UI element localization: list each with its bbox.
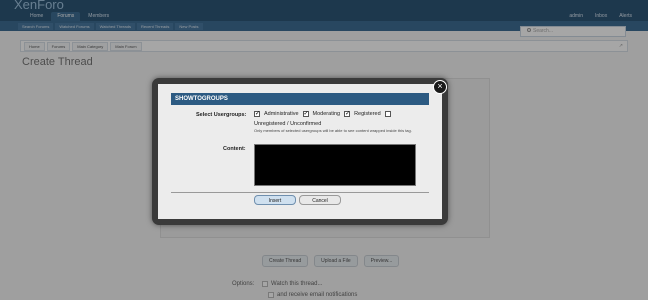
- close-icon[interactable]: ×: [433, 80, 447, 94]
- dialog-title: SHOWTOGROUPS: [171, 93, 429, 105]
- dialog-divider: [171, 192, 429, 193]
- usergroups-list: Administrative Moderating Registered: [254, 110, 391, 117]
- usergroup-unregistered-label: Unregistered / Unconfirmed: [254, 121, 322, 127]
- usergroup-registered-checkbox[interactable]: [344, 110, 350, 117]
- usergroup-unregistered-checkbox[interactable]: [384, 111, 391, 117]
- usergroup-registered-label: Registered: [354, 111, 381, 117]
- usergroups-hint: Only members of selected usergroups will…: [254, 128, 412, 133]
- usergroup-administrative-label: Administrative: [264, 111, 299, 117]
- usergroup-moderating-label: Moderating: [312, 111, 341, 117]
- insert-button[interactable]: Insert: [254, 195, 296, 205]
- usergroup-moderating-checkbox[interactable]: [302, 110, 309, 117]
- content-label: Content:: [223, 146, 246, 152]
- usergroup-administrative-checkbox[interactable]: [254, 110, 260, 117]
- content-textarea[interactable]: [254, 144, 416, 186]
- cancel-button[interactable]: Cancel: [299, 195, 341, 205]
- usergroups-label: Select Usergroups:: [196, 112, 247, 118]
